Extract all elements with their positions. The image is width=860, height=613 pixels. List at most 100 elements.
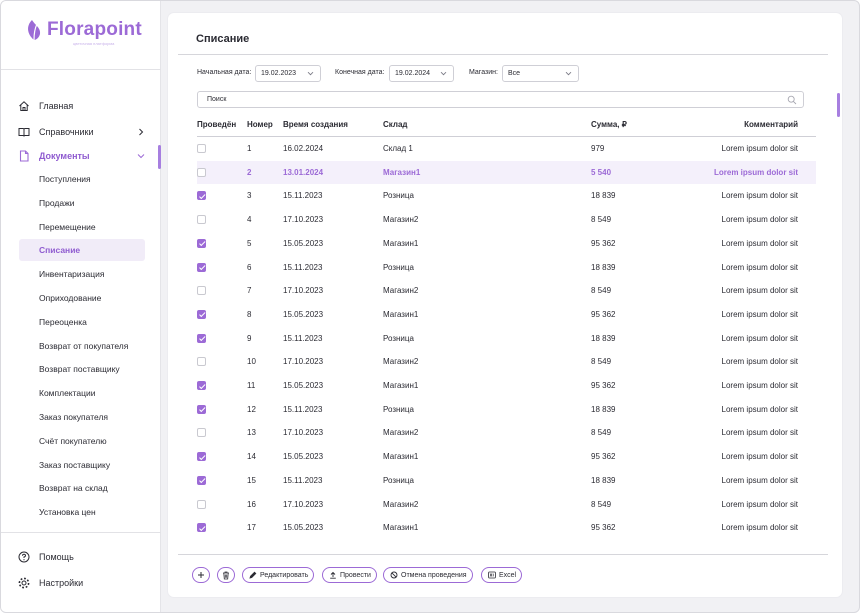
sidebar-subitem[interactable]: Возврат поставщику <box>19 358 145 380</box>
posted-checkbox[interactable] <box>197 262 206 272</box>
row-warehouse: Магазин1 <box>383 238 419 248</box>
row-comment: Lorem ipsum dolor sit <box>721 381 798 390</box>
column-header-posted[interactable]: Проведён <box>197 120 236 129</box>
table-row[interactable]: 2 13.01.2024 Магазин1 5 540 Lorem ipsum dolo… <box>197 160 816 185</box>
row-date: 15.05.2023 <box>283 523 324 533</box>
excel-button-label: Excel <box>499 571 517 579</box>
excel-icon <box>487 571 496 580</box>
table-row[interactable]: 1 16.02.2024 Склад 1 979 Lorem ipsum dolor s… <box>197 137 816 161</box>
table-row[interactable]: 6 15.11.2023 Розница 18 839 Lorem ipsum dolo… <box>197 256 816 280</box>
posted-checkbox[interactable] <box>197 309 206 319</box>
sidebar-subitem[interactable]: Возврат на склад <box>19 477 145 499</box>
sidebar-item-directories[interactable]: Справочники <box>17 123 157 141</box>
table-row[interactable]: 14 15.05.2023 Магазин1 95 362 Lorem ipsum do… <box>197 445 816 469</box>
posted-checkbox[interactable] <box>197 428 206 438</box>
column-header-comment[interactable]: Комментарий <box>744 120 798 129</box>
row-date: 15.05.2023 <box>283 452 324 462</box>
post-button[interactable]: Провести <box>322 567 377 583</box>
end-date-select[interactable]: 19.02.2024 <box>389 65 454 82</box>
sidebar-item-help[interactable]: Помощь <box>17 548 157 566</box>
row-number: 15 <box>247 475 256 485</box>
row-number: 17 <box>247 523 256 533</box>
sidebar-subitem[interactable]: Инвентаризация <box>19 263 145 285</box>
logo: Florapoint цветочная платформа <box>25 19 142 46</box>
edit-button[interactable]: Редактировать <box>242 567 315 583</box>
posted-checkbox[interactable] <box>197 167 206 177</box>
column-header-warehouse[interactable]: Склад <box>383 120 408 129</box>
sidebar-item-documents[interactable]: Документы <box>17 147 157 165</box>
column-header-created[interactable]: Время создания <box>283 120 348 129</box>
row-sum: 8 549 <box>591 286 612 296</box>
table-row[interactable]: 12 15.11.2023 Розница 18 839 Lorem ipsum dol… <box>197 398 816 422</box>
sidebar-subitem[interactable]: Заказ покупателя <box>19 406 145 428</box>
row-warehouse: Магазин2 <box>383 286 419 296</box>
table-row[interactable]: 8 15.05.2023 Магазин1 95 362 Lorem ipsum dol… <box>197 303 816 327</box>
posted-checkbox[interactable] <box>197 499 206 509</box>
row-date: 15.11.2023 <box>283 475 323 485</box>
table-row[interactable]: 15 15.11.2023 Розница 18 839 Lorem ipsum dol… <box>197 469 816 493</box>
row-sum: 18 839 <box>591 191 616 201</box>
sidebar-subitem[interactable]: Комплектации <box>19 382 145 404</box>
table-row[interactable]: 3 15.11.2023 Розница 18 839 Lorem ipsum dolo… <box>197 184 816 208</box>
posted-checkbox[interactable] <box>197 475 206 485</box>
table-row[interactable]: 11 15.05.2023 Магазин1 95 362 Lorem ipsum do… <box>197 374 816 398</box>
row-sum: 18 839 <box>591 475 616 485</box>
posted-checkbox[interactable] <box>197 191 206 201</box>
sidebar-item-home[interactable]: Главная <box>17 97 157 115</box>
sidebar-item-settings[interactable]: Настройки <box>17 574 157 592</box>
table-row[interactable]: 5 15.05.2023 Магазин1 95 362 Lorem ipsum dol… <box>197 232 816 256</box>
sidebar-subitem[interactable]: Перемещение <box>19 216 145 238</box>
sidebar-subitem[interactable]: Поступления <box>19 168 145 190</box>
sidebar-scrollbar[interactable] <box>158 145 161 169</box>
posted-checkbox[interactable] <box>197 144 206 153</box>
sidebar-subitem[interactable]: Установка цен <box>19 501 145 523</box>
table-row[interactable]: 4 17.10.2023 Магазин2 8 549 Lorem ipsum dolo… <box>197 208 816 232</box>
table-row[interactable]: 16 17.10.2023 Магазин2 8 549 Lorem ipsum dol… <box>197 493 816 517</box>
sidebar-subitem[interactable]: Списание <box>19 239 145 262</box>
row-sum: 95 362 <box>591 381 616 390</box>
table-row[interactable]: 10 17.10.2023 Магазин2 8 549 Lorem ipsum dol… <box>197 350 816 374</box>
content-scrollbar[interactable] <box>837 93 840 117</box>
posted-checkbox[interactable] <box>197 523 206 533</box>
store-select[interactable]: Все <box>502 65 579 82</box>
table-row[interactable]: 7 17.10.2023 Магазин2 8 549 Lorem ipsum dolo… <box>197 279 816 303</box>
excel-button[interactable]: Excel <box>481 567 523 583</box>
row-date: 15.11.2023 <box>283 404 323 414</box>
posted-checkbox[interactable] <box>197 215 206 225</box>
row-date: 15.05.2023 <box>283 238 324 248</box>
start-date-select[interactable]: 19.02.2023 <box>255 65 321 82</box>
posted-checkbox[interactable] <box>197 357 206 367</box>
column-header-sum[interactable]: Сумма, ₽ <box>591 120 627 129</box>
sidebar-subitem[interactable]: Продажи <box>19 192 145 214</box>
row-date: 15.11.2023 <box>283 333 323 343</box>
sidebar-subitem[interactable]: Счёт покупателю <box>19 430 145 452</box>
table-row[interactable]: 9 15.11.2023 Розница 18 839 Lorem ipsum dolo… <box>197 327 816 351</box>
search-input[interactable]: Поиск <box>197 91 804 108</box>
row-warehouse: Розница <box>383 333 414 343</box>
delete-button[interactable] <box>217 567 235 583</box>
sidebar: Florapoint цветочная платформа Главная С… <box>1 1 161 612</box>
add-button[interactable] <box>192 567 210 583</box>
row-number: 14 <box>247 452 256 462</box>
unpost-button[interactable]: Отмена проведения <box>383 567 473 583</box>
upload-icon <box>328 571 337 580</box>
sidebar-item-label: Настройки <box>39 578 84 588</box>
sidebar-subitem[interactable]: Заказ поставщику <box>19 454 145 476</box>
posted-checkbox[interactable] <box>197 333 206 343</box>
posted-checkbox[interactable] <box>197 381 206 390</box>
posted-checkbox[interactable] <box>197 238 206 248</box>
sidebar-subitem[interactable]: Оприходование <box>19 287 145 309</box>
posted-checkbox[interactable] <box>197 452 206 462</box>
table-row[interactable]: 13 17.10.2023 Магазин2 8 549 Lorem ipsum dol… <box>197 421 816 445</box>
sidebar-divider <box>1 532 161 533</box>
sidebar-subitem[interactable]: Возврат от покупателя <box>19 335 145 357</box>
column-header-number[interactable]: Номер <box>247 120 273 129</box>
sidebar-item-label: Главная <box>39 101 74 111</box>
row-warehouse: Магазин1 <box>383 452 419 462</box>
posted-checkbox[interactable] <box>197 286 206 296</box>
sidebar-subitem[interactable]: Переоценка <box>19 311 145 333</box>
row-number: 10 <box>247 357 256 367</box>
row-warehouse: Розница <box>383 191 414 201</box>
posted-checkbox[interactable] <box>197 404 206 414</box>
table-row[interactable]: 17 15.05.2023 Магазин1 95 362 Lorem ipsum do… <box>197 516 816 540</box>
